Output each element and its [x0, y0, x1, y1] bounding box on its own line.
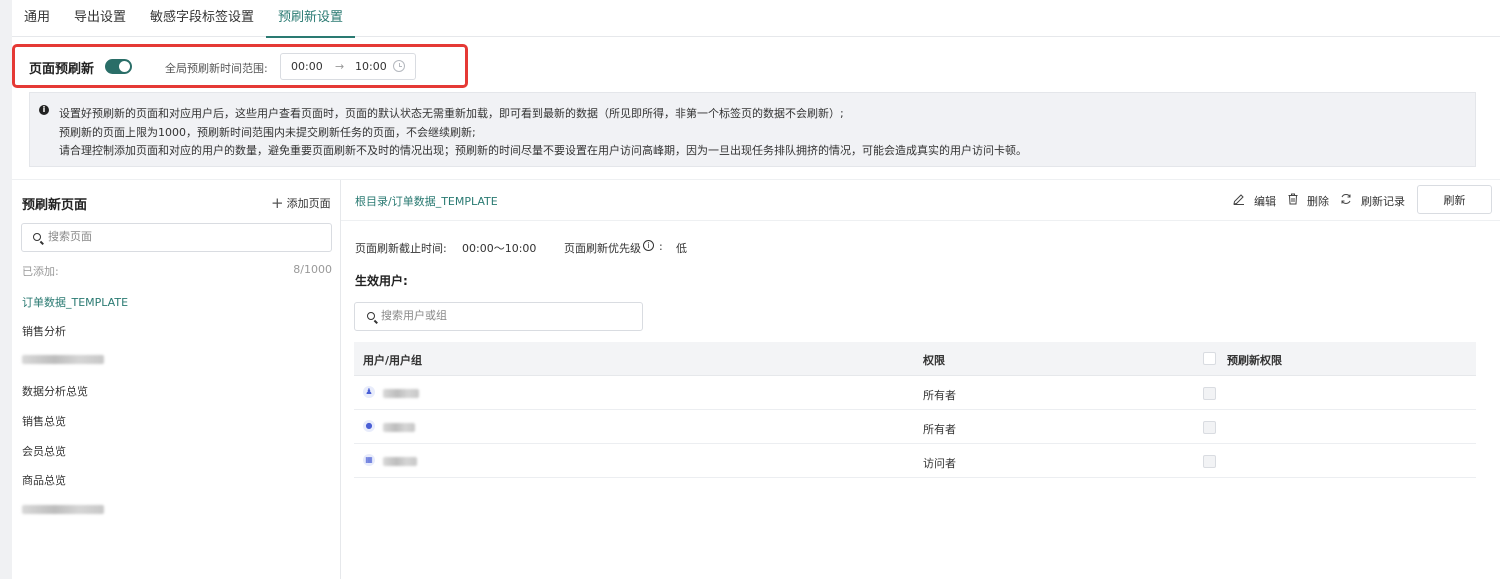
refresh-history-button[interactable]: 刷新记录 — [1361, 193, 1405, 209]
page-item[interactable]: 销售分析 — [22, 323, 66, 339]
permission-value: 所有者 — [923, 389, 956, 402]
permission-value: 访问者 — [923, 457, 956, 470]
divider — [341, 220, 1500, 221]
refresh-button[interactable]: 刷新 — [1417, 185, 1492, 214]
prefresh-permission-checkbox[interactable] — [1203, 455, 1216, 468]
prefresh-permission-checkbox[interactable] — [1203, 387, 1216, 400]
added-count: 8/1000 — [293, 263, 332, 276]
start-time[interactable]: 00:00 — [291, 60, 323, 73]
redacted-text — [22, 505, 104, 514]
page-item-redacted[interactable] — [22, 352, 104, 366]
redacted-user-name — [383, 457, 417, 466]
priority-label: 页面刷新优先级 — [564, 242, 641, 255]
user-icon: ● — [363, 420, 375, 432]
redacted-text — [22, 355, 104, 364]
prefresh-toggle[interactable] — [105, 59, 132, 74]
time-range-picker[interactable]: 00:00 → 10:00 — [280, 53, 416, 80]
add-page-label: 添加页面 — [286, 197, 331, 210]
deadline-label: 页面刷新截止时间: — [355, 242, 447, 255]
notice-line: 请合理控制添加页面和对应的用户的数量，避免重要页面刷新不及时的情况出现；预刷新的… — [59, 144, 1027, 157]
redacted-user-name — [383, 423, 415, 432]
redacted-user-name — [383, 389, 419, 398]
delete-button[interactable]: 删除 — [1307, 193, 1329, 209]
priority-colon: : — [659, 240, 663, 253]
help-icon[interactable]: i — [643, 240, 654, 251]
edit-button[interactable]: 编辑 — [1254, 193, 1276, 209]
priority-value: 低 — [676, 242, 687, 255]
user-search-input[interactable] — [381, 309, 641, 322]
column-prefresh-permission: 预刷新权限 — [1227, 354, 1282, 367]
deadline-value: 00:00〜10:00 — [462, 242, 537, 255]
clock-icon — [393, 60, 405, 72]
breadcrumb[interactable]: 根目录/订单数据_TEMPLATE — [355, 193, 498, 209]
notice-line: 设置好预刷新的页面和对应用户后，这些用户查看页面时，页面的默认状态无需重新加载，… — [59, 107, 844, 120]
column-user: 用户/用户组 — [363, 354, 423, 367]
table-row: ● 所有者 — [354, 410, 1476, 444]
user-search-box[interactable] — [354, 302, 643, 331]
page-item[interactable]: 商品总览 — [22, 472, 66, 488]
table-row: ♟ 所有者 — [354, 376, 1476, 410]
refresh-icon[interactable] — [1340, 193, 1352, 205]
settings-tabs: 通用 导出设置 敏感字段标签设置 预刷新设置 — [12, 0, 1500, 38]
effective-users-title: 生效用户: — [355, 274, 408, 288]
page-item[interactable]: 会员总览 — [22, 443, 66, 459]
prefresh-permission-checkbox[interactable] — [1203, 421, 1216, 434]
info-icon: i — [39, 105, 49, 115]
pencil-icon[interactable] — [1233, 194, 1245, 205]
tab-sensitive-field-tags[interactable]: 敏感字段标签设置 — [138, 0, 266, 37]
notice-line: 预刷新的页面上限为1000，预刷新时间范围内未提交刷新任务的页面，不会继续刷新; — [59, 126, 476, 139]
trash-icon[interactable] — [1288, 193, 1298, 205]
tab-prefresh-settings[interactable]: 预刷新设置 — [266, 0, 356, 38]
info-notice: i 设置好预刷新的页面和对应用户后，这些用户查看页面时，页面的默认状态无需重新加… — [29, 92, 1476, 167]
search-icon — [33, 233, 41, 241]
permission-value: 所有者 — [923, 423, 956, 436]
end-time[interactable]: 10:00 — [355, 60, 387, 73]
tab-general[interactable]: 通用 — [12, 0, 62, 37]
page-item[interactable]: 数据分析总览 — [22, 383, 88, 399]
select-all-checkbox[interactable] — [1203, 352, 1216, 365]
prefresh-label: 页面预刷新 — [29, 62, 95, 77]
toggle-knob — [119, 61, 130, 72]
org-icon: ▦ — [363, 454, 375, 466]
group-icon: ♟ — [363, 386, 375, 398]
column-permission: 权限 — [923, 354, 945, 367]
page-search-box[interactable] — [21, 223, 332, 252]
page-item[interactable]: 销售总览 — [22, 413, 66, 429]
add-page-button[interactable]: + 添加页面 — [271, 194, 331, 212]
tab-export-settings[interactable]: 导出设置 — [62, 0, 138, 37]
added-label: 已添加: — [22, 265, 59, 278]
page-item[interactable]: 订单数据_TEMPLATE — [22, 294, 128, 310]
plus-icon: + — [271, 194, 284, 212]
page-search-input[interactable] — [48, 230, 308, 243]
page-item-redacted[interactable] — [22, 502, 104, 516]
table-row: ▦ 访问者 — [354, 444, 1476, 478]
divider — [12, 179, 1500, 180]
arrow-right-icon: → — [335, 60, 345, 73]
panel-divider — [340, 180, 341, 579]
search-icon — [367, 312, 375, 320]
prefresh-pages-title: 预刷新页面 — [22, 198, 88, 213]
users-table-header: 用户/用户组 权限 预刷新权限 — [354, 342, 1476, 376]
time-range-label: 全局预刷新时间范围: — [165, 62, 268, 75]
left-edge-strip — [0, 0, 12, 579]
